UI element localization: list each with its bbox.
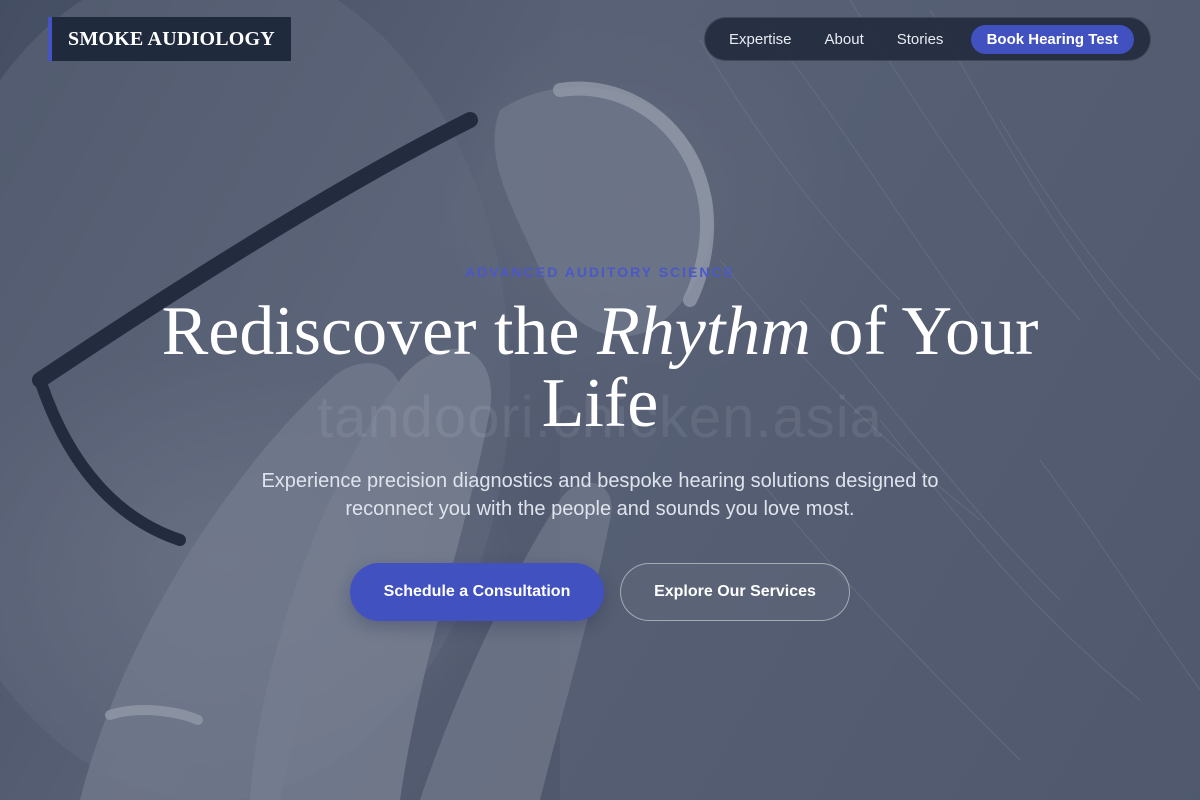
main-nav: Expertise About Stories Book Hearing Tes… [704,17,1151,61]
hero-headline: Rediscover the Rhythm of Your Life [100,296,1100,440]
schedule-consultation-button[interactable]: Schedule a Consultation [350,563,604,621]
hero-subtitle: Experience precision diagnostics and bes… [261,470,939,520]
nav-link-about[interactable]: About [825,31,864,48]
explore-services-button[interactable]: Explore Our Services [620,563,850,621]
brand-name: SMOKE AUDIOLOGY [68,27,275,50]
headline-emphasis: Rhythm [597,293,811,370]
brand-logo[interactable]: SMOKE AUDIOLOGY [48,17,291,61]
nav-link-expertise[interactable]: Expertise [729,31,792,48]
book-hearing-test-button[interactable]: Book Hearing Test [970,24,1134,54]
nav-link-stories[interactable]: Stories [897,31,944,48]
hero-section: SMOKE AUDIOLOGY Expertise About Stories … [0,0,1200,800]
hero-eyebrow: ADVANCED AUDITORY SCIENCE [465,264,735,280]
headline-text-start: Rediscover the [161,293,597,370]
